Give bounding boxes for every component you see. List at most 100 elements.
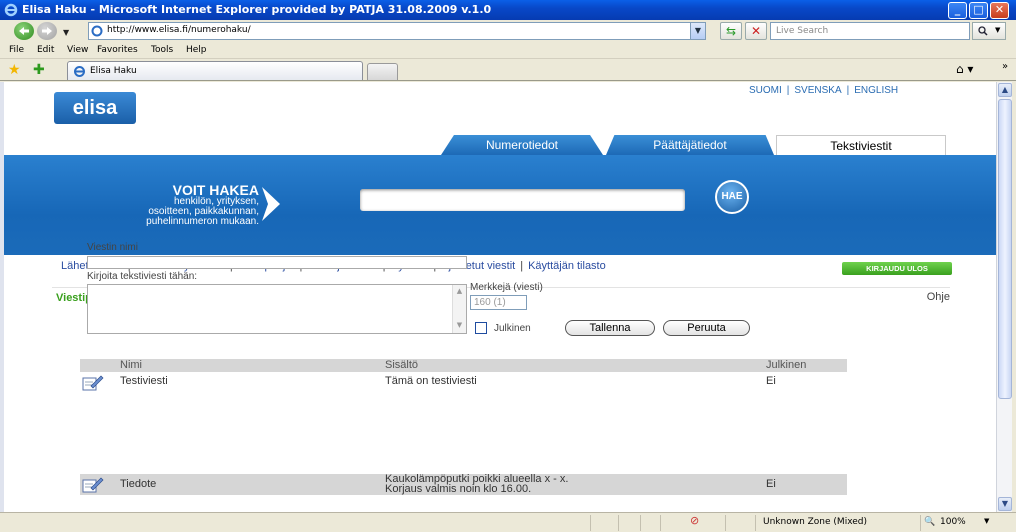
cancel-button[interactable]: Peruuta: [663, 320, 750, 336]
refresh-button[interactable]: ⇆: [720, 22, 742, 40]
new-tab-button[interactable]: [367, 63, 398, 80]
template-name-input[interactable]: [87, 256, 467, 269]
table-row[interactable]: Tiedote Kaukolämpöputki poikki alueella …: [80, 474, 847, 495]
minimize-button[interactable]: _: [948, 2, 967, 19]
save-button[interactable]: Tallenna: [565, 320, 655, 336]
character-counter: 160 (1): [470, 295, 527, 310]
public-checkbox[interactable]: [475, 322, 487, 334]
address-url[interactable]: http://www.elisa.fi/numerohaku/: [107, 25, 251, 35]
nav-kayttajan-tilasto[interactable]: Käyttäjän tilasto: [528, 260, 606, 272]
forward-button[interactable]: [37, 22, 57, 40]
tab-label: Elisa Haku: [90, 66, 137, 76]
search-banner: VOIT HAKEA henkilön, yrityksen, osoittee…: [4, 155, 998, 255]
header-sisalto: Sisältö: [385, 359, 419, 371]
zoom-level[interactable]: 100%: [940, 517, 966, 527]
chevron-right-icon: [262, 187, 280, 221]
menu-edit[interactable]: Edit: [37, 45, 54, 55]
status-divider: [755, 515, 756, 531]
textarea-scrollbar[interactable]: ▲ ▼: [452, 285, 466, 333]
favorites-star-icon[interactable]: ★: [8, 62, 21, 78]
menu-help[interactable]: Help: [186, 45, 207, 55]
message-textarea[interactable]: ▲ ▼: [87, 284, 467, 334]
zoom-icon[interactable]: 🔍: [924, 517, 935, 527]
language-selector: SUOMI | SVENSKA | ENGLISH: [749, 85, 899, 96]
status-divider: [618, 515, 619, 531]
public-label: Julkinen: [494, 323, 531, 334]
maximize-button[interactable]: □: [969, 2, 988, 19]
status-divider: [725, 515, 726, 531]
back-button[interactable]: [14, 22, 34, 40]
banner-line-3: puhelinnumeron mukaan.: [146, 216, 259, 227]
menu-file[interactable]: File: [9, 45, 24, 55]
security-zone: Unknown Zone (Mixed): [763, 517, 868, 527]
navigation-bar: ▼ http://www.elisa.fi/numerohaku/ ▼ ⇆ ✕ …: [0, 20, 1016, 42]
search-dropdown-icon[interactable]: ▼: [995, 26, 1000, 34]
name-label: Viestin nimi: [87, 242, 138, 253]
message-label: Kirjoita tekstiviesti tähän:: [87, 271, 198, 282]
add-favorite-icon[interactable]: ✚: [33, 62, 45, 78]
help-link[interactable]: Ohje: [927, 291, 950, 303]
ie-tab-icon: [74, 66, 85, 77]
window-title: Elisa Haku - Microsoft Internet Explorer…: [22, 3, 492, 16]
tab-numerotiedot[interactable]: Numerotiedot: [441, 135, 603, 155]
menu-tools[interactable]: Tools: [151, 45, 173, 55]
popup-blocked-icon[interactable]: ⊘: [690, 514, 699, 527]
menu-bar: File Edit View Favorites Tools Help: [0, 43, 1016, 59]
more-tools-icon[interactable]: »: [1002, 61, 1008, 72]
row-public: Ei: [766, 375, 776, 387]
banner-description: henkilön, yrityksen, osoitteen, paikkaku…: [74, 197, 259, 227]
status-divider: [590, 515, 591, 531]
menu-view[interactable]: View: [67, 45, 88, 55]
live-search-input[interactable]: Live Search: [770, 22, 970, 40]
lang-english[interactable]: ENGLISH: [854, 85, 898, 96]
table-header: Nimi Sisältö Julkinen: [80, 359, 847, 372]
back-arrow-icon: [19, 27, 29, 35]
ie-icon: [4, 3, 18, 17]
elisa-logo[interactable]: elisa: [54, 92, 136, 124]
edit-icon[interactable]: [82, 477, 104, 493]
address-dropdown-icon[interactable]: ▼: [690, 23, 705, 39]
hae-search-button[interactable]: HAE: [715, 180, 749, 214]
home-icon[interactable]: ⌂ ▾: [956, 62, 973, 76]
header-nimi: Nimi: [120, 359, 142, 371]
tab-tekstiviestit[interactable]: Tekstiviestit: [776, 135, 946, 155]
status-bar: ⊘ Unknown Zone (Mixed) 🔍 100% ▼: [0, 512, 1016, 532]
search-button[interactable]: ▼: [972, 22, 1006, 40]
table-row[interactable]: Testiviesti Tämä on testiviesti Ei: [80, 374, 847, 391]
zoom-dropdown-icon[interactable]: ▼: [984, 517, 989, 525]
page-icon: [91, 25, 103, 37]
scroll-up-arrow-icon[interactable]: ▲: [998, 83, 1012, 97]
address-bar[interactable]: http://www.elisa.fi/numerohaku/ ▼: [88, 22, 706, 40]
window-border: [1012, 82, 1016, 512]
edit-icon[interactable]: [82, 375, 104, 391]
tab-elisa-haku[interactable]: Elisa Haku: [67, 61, 363, 80]
search-input[interactable]: [360, 189, 685, 211]
header-julkinen: Julkinen: [766, 359, 807, 371]
search-icon: [978, 26, 988, 36]
stop-button[interactable]: ✕: [745, 22, 767, 40]
counter-label: Merkkejä (viesti): [470, 282, 543, 293]
tab-paattajatiedot[interactable]: Päättäjätiedot: [606, 135, 774, 155]
row-content-line-2: Korjaus valmis noin klo 16.00.: [385, 483, 532, 495]
forward-arrow-icon: [42, 27, 52, 35]
history-dropdown-icon[interactable]: ▼: [63, 28, 69, 37]
row-name: Tiedote: [120, 478, 157, 490]
row-name: Testiviesti: [120, 375, 168, 387]
lang-svenska[interactable]: SVENSKA: [794, 85, 841, 96]
page-scrollbar[interactable]: ▲ ▼: [996, 82, 1012, 512]
row-public: Ei: [766, 478, 776, 490]
scroll-down-arrow-icon[interactable]: ▼: [998, 497, 1012, 511]
lang-suomi[interactable]: SUOMI: [749, 85, 782, 96]
title-bar: Elisa Haku - Microsoft Internet Explorer…: [0, 0, 1016, 20]
close-button[interactable]: ✕: [990, 2, 1009, 19]
row-content: Tämä on testiviesti: [385, 375, 477, 387]
status-divider: [920, 515, 921, 531]
tab-bar: ★ ✚ Elisa Haku ⌂ ▾ »: [0, 59, 1016, 81]
scroll-up-icon[interactable]: ▲: [454, 287, 465, 297]
menu-favorites[interactable]: Favorites: [97, 45, 138, 55]
scroll-down-icon[interactable]: ▼: [454, 321, 465, 331]
row-content: Kaukolämpöputki poikki alueella x - x. K…: [385, 474, 568, 495]
scroll-thumb[interactable]: [998, 99, 1012, 399]
logout-button[interactable]: KIRJAUDU ULOS: [842, 262, 952, 275]
status-divider: [660, 515, 661, 531]
